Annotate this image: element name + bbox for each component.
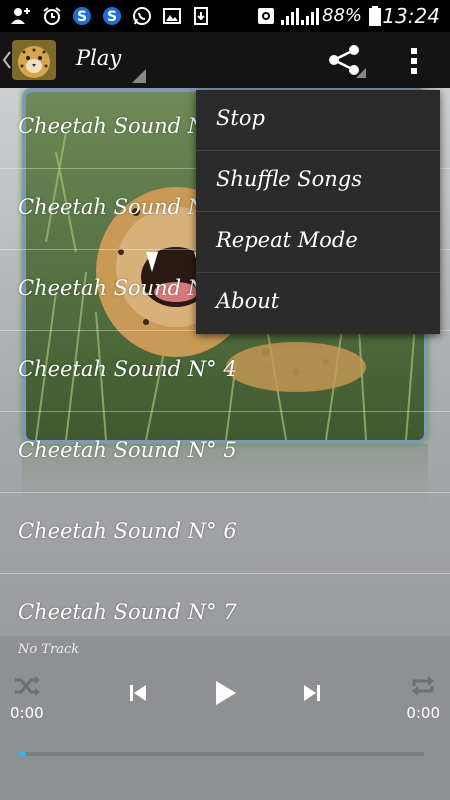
shuffle-icon: [15, 676, 40, 696]
duration-time: 0:00: [406, 704, 440, 722]
skype-icon: S: [72, 6, 92, 26]
now-playing-label: No Track: [18, 642, 80, 657]
repeat-button[interactable]: [408, 674, 438, 698]
track-row[interactable]: Cheetah Sound N° 5: [0, 412, 450, 493]
svg-text:S: S: [77, 9, 87, 25]
add-contact-icon: [10, 6, 30, 26]
track-row[interactable]: Cheetah Sound N° 6: [0, 493, 450, 574]
dropdown-caret-icon: [132, 68, 146, 83]
track-label: Cheetah Sound N° 6: [18, 519, 237, 543]
back-chevron-icon[interactable]: [2, 48, 12, 72]
app-logo[interactable]: [12, 40, 56, 80]
track-label: Cheetah Sound N° 5: [18, 438, 237, 462]
track-row[interactable]: Cheetah Sound N° 7: [0, 574, 450, 636]
action-bar: Play: [0, 32, 450, 88]
share-icon: [329, 45, 366, 78]
track-label: Cheetah Sound N° 7: [18, 600, 237, 624]
repeat-icon: [412, 676, 434, 696]
player-panel: No Track 0:00 0:00: [0, 636, 450, 800]
status-bar: S S 88% 13:24: [0, 0, 450, 32]
menu-item-label: About: [216, 289, 280, 313]
svg-text:S: S: [107, 9, 117, 25]
gallery-icon: [162, 6, 182, 26]
page-title[interactable]: Play: [76, 46, 121, 70]
previous-button[interactable]: [126, 682, 150, 704]
battery-icon: [368, 6, 382, 26]
overflow-menu-icon: [411, 48, 417, 74]
track-label: Cheetah Sound N° 4: [18, 357, 237, 381]
track-row[interactable]: Cheetah Sound N° 4: [0, 331, 450, 412]
skip-next-icon: [304, 685, 320, 701]
menu-item-stop[interactable]: Stop: [196, 90, 440, 151]
play-button[interactable]: [210, 678, 240, 708]
menu-item-label: Repeat Mode: [216, 228, 358, 252]
menu-item-label: Shuffle Songs: [216, 167, 363, 191]
elapsed-time: 0:00: [10, 704, 44, 722]
whatsapp-icon: [132, 6, 152, 26]
more-options-button[interactable]: [402, 44, 426, 78]
menu-item-label: Stop: [216, 106, 265, 130]
clock: 13:24: [382, 4, 440, 28]
menu-item-about[interactable]: About: [196, 273, 440, 334]
security-icon: [256, 6, 276, 26]
download-icon: [192, 6, 212, 26]
overflow-menu: Stop Shuffle Songs Repeat Mode About: [196, 90, 440, 334]
skip-previous-icon: [130, 685, 146, 701]
alarm-icon: [42, 6, 62, 26]
shuffle-button[interactable]: [12, 674, 42, 698]
seek-bar[interactable]: [18, 752, 424, 756]
menu-item-shuffle-songs[interactable]: Shuffle Songs: [196, 151, 440, 212]
share-button[interactable]: [326, 44, 366, 80]
skype-icon-2: S: [102, 6, 122, 26]
play-icon: [216, 681, 236, 705]
signal-icon: [280, 6, 300, 26]
signal-icon-2: [300, 6, 320, 26]
next-button[interactable]: [300, 682, 324, 704]
battery-percent: 88%: [322, 5, 363, 26]
menu-item-repeat-mode[interactable]: Repeat Mode: [196, 212, 440, 273]
seek-progress: [18, 752, 27, 756]
